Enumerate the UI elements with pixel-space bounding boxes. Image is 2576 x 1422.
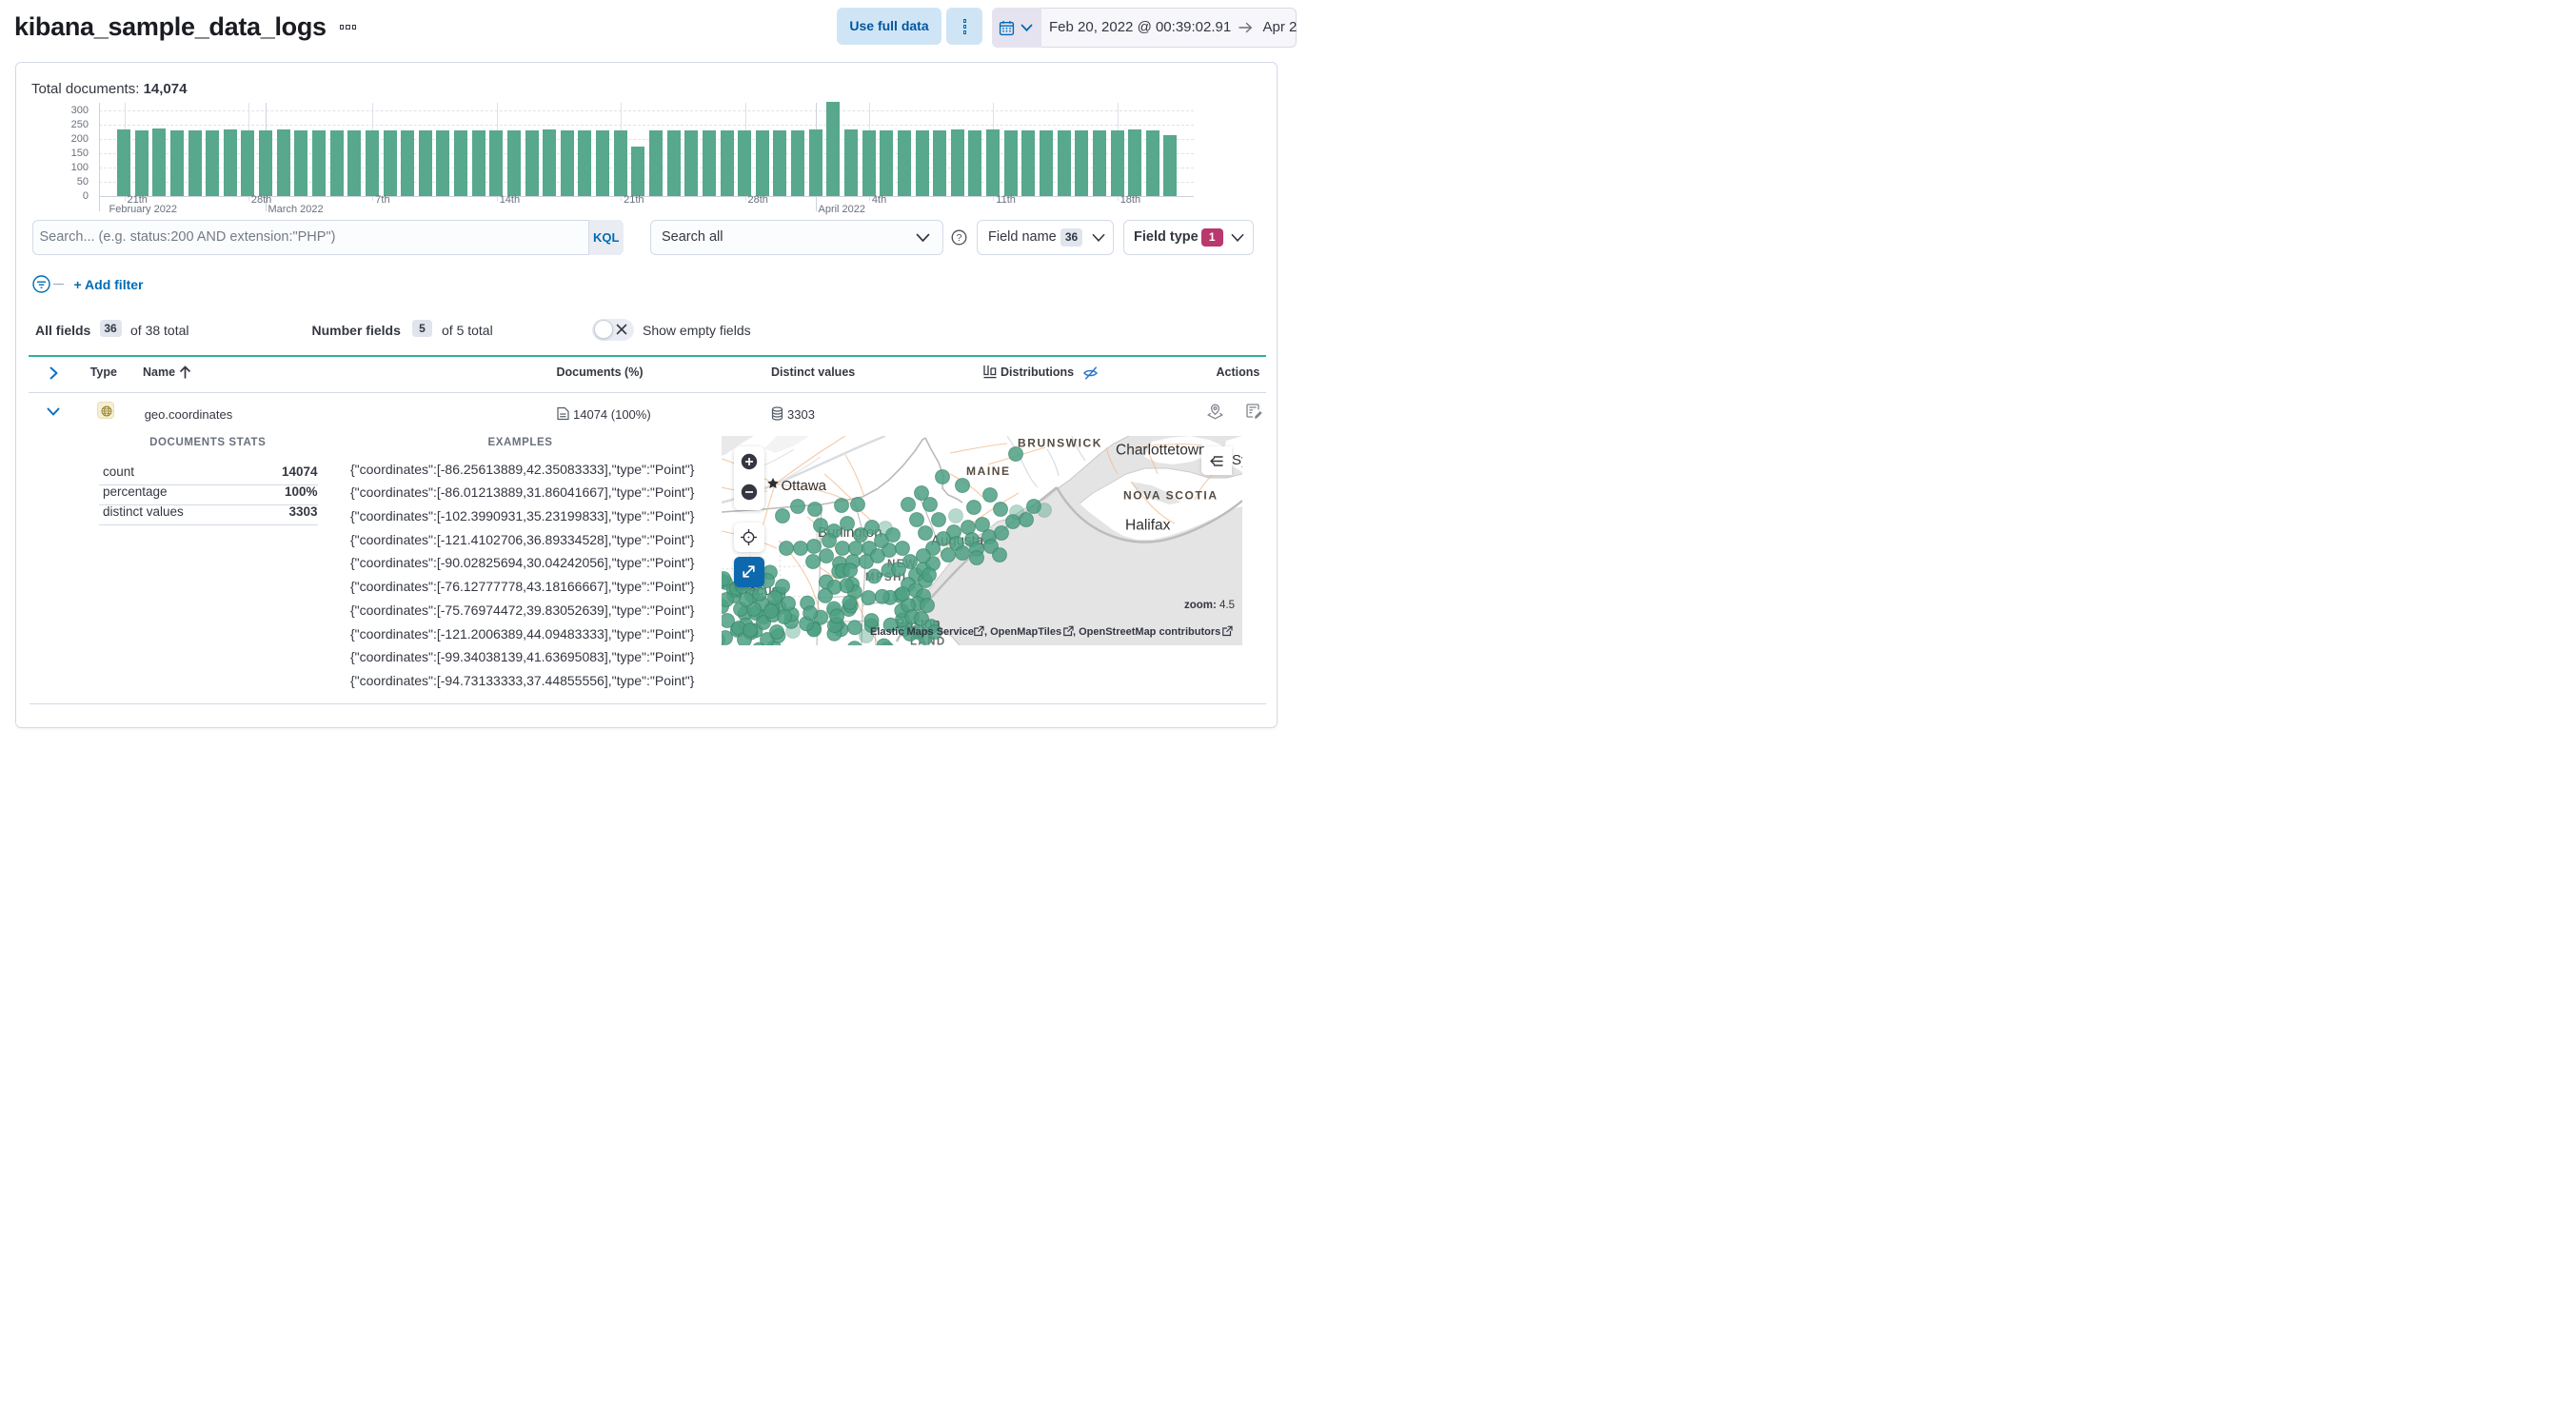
- svg-text:, OpenMapTiles: , OpenMapTiles: [984, 626, 1061, 638]
- svg-text:Ottawa: Ottawa: [782, 478, 827, 494]
- svg-text:Sy: Sy: [1232, 452, 1242, 468]
- svg-text:Elastic Maps Service: Elastic Maps Service: [870, 626, 974, 638]
- svg-text:MAINE: MAINE: [966, 464, 1011, 478]
- svg-text:Charlottetown: Charlottetown: [1116, 443, 1207, 459]
- svg-text:BRUNSWICK: BRUNSWICK: [1018, 437, 1102, 450]
- svg-text:zoom: 4.5: zoom: 4.5: [1184, 600, 1235, 611]
- svg-text:NOVA SCOTIA: NOVA SCOTIA: [1123, 489, 1219, 503]
- svg-text:, OpenStreetMap contributors: , OpenStreetMap contributors: [1073, 626, 1220, 638]
- svg-text:?: ?: [957, 232, 962, 244]
- svg-text:Halifax: Halifax: [1125, 518, 1171, 534]
